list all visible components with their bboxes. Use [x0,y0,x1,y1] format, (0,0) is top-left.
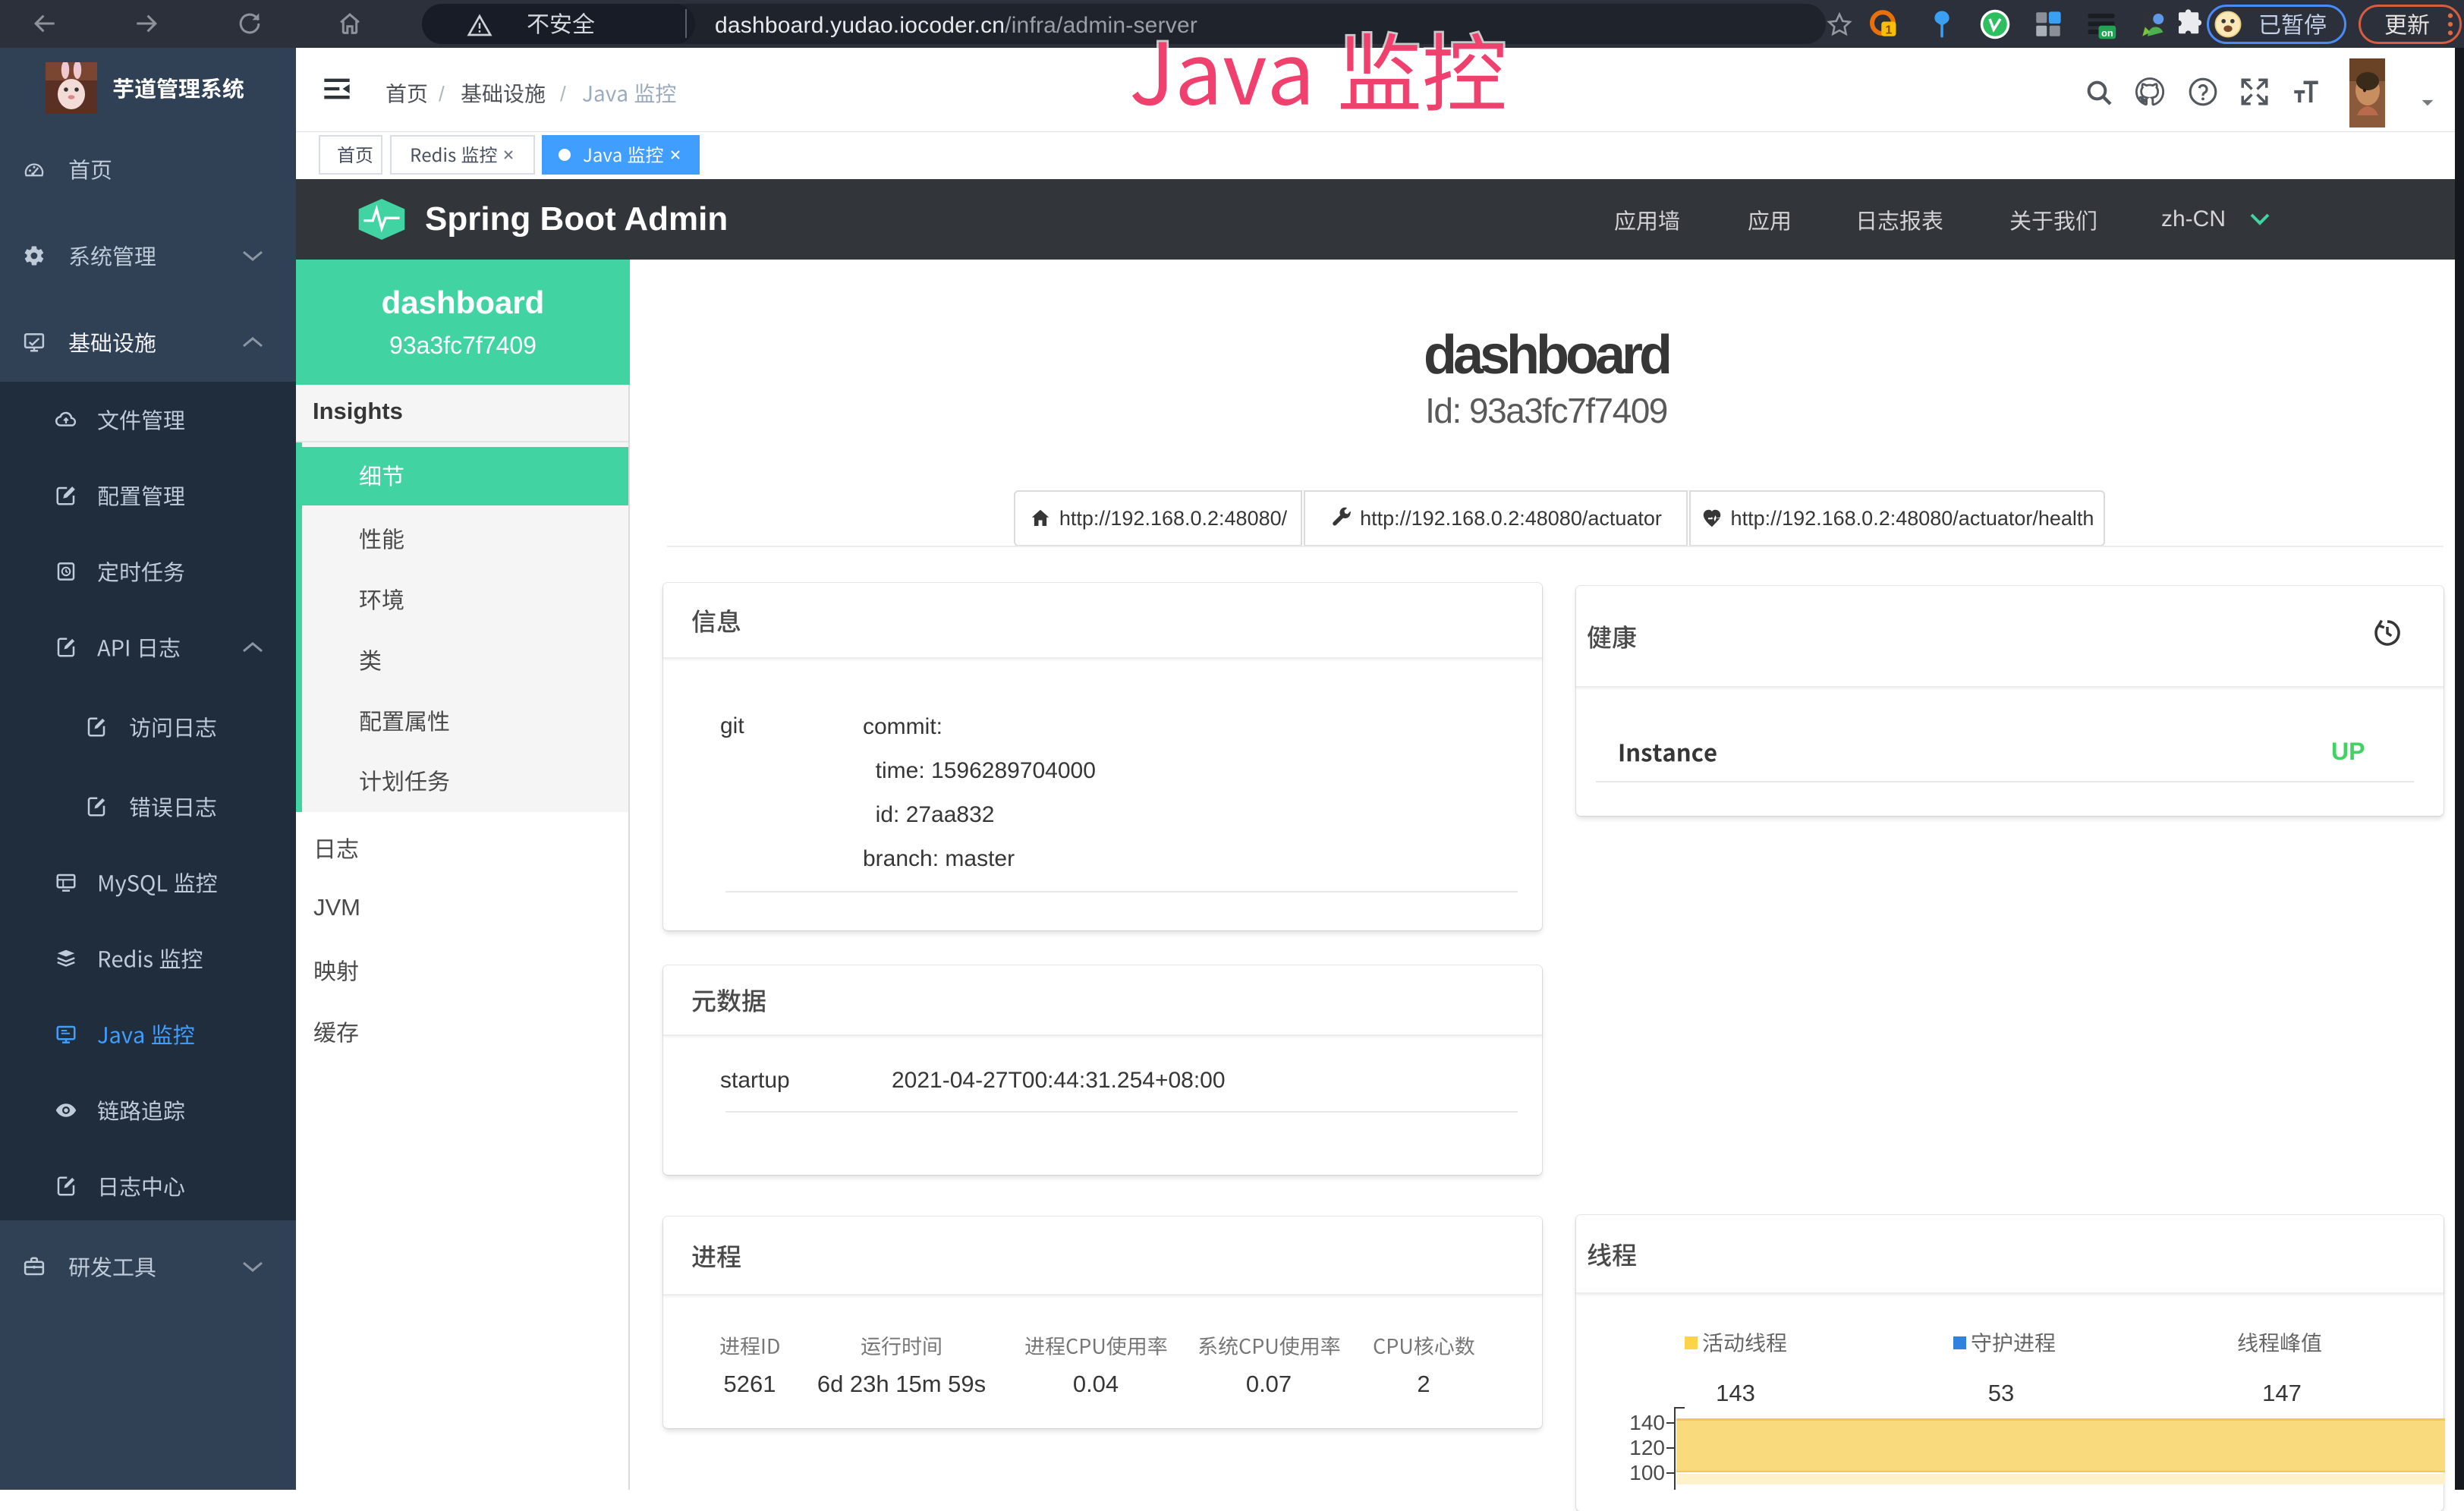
svg-text:on: on [2101,27,2113,39]
svg-text:1: 1 [1885,24,1892,36]
